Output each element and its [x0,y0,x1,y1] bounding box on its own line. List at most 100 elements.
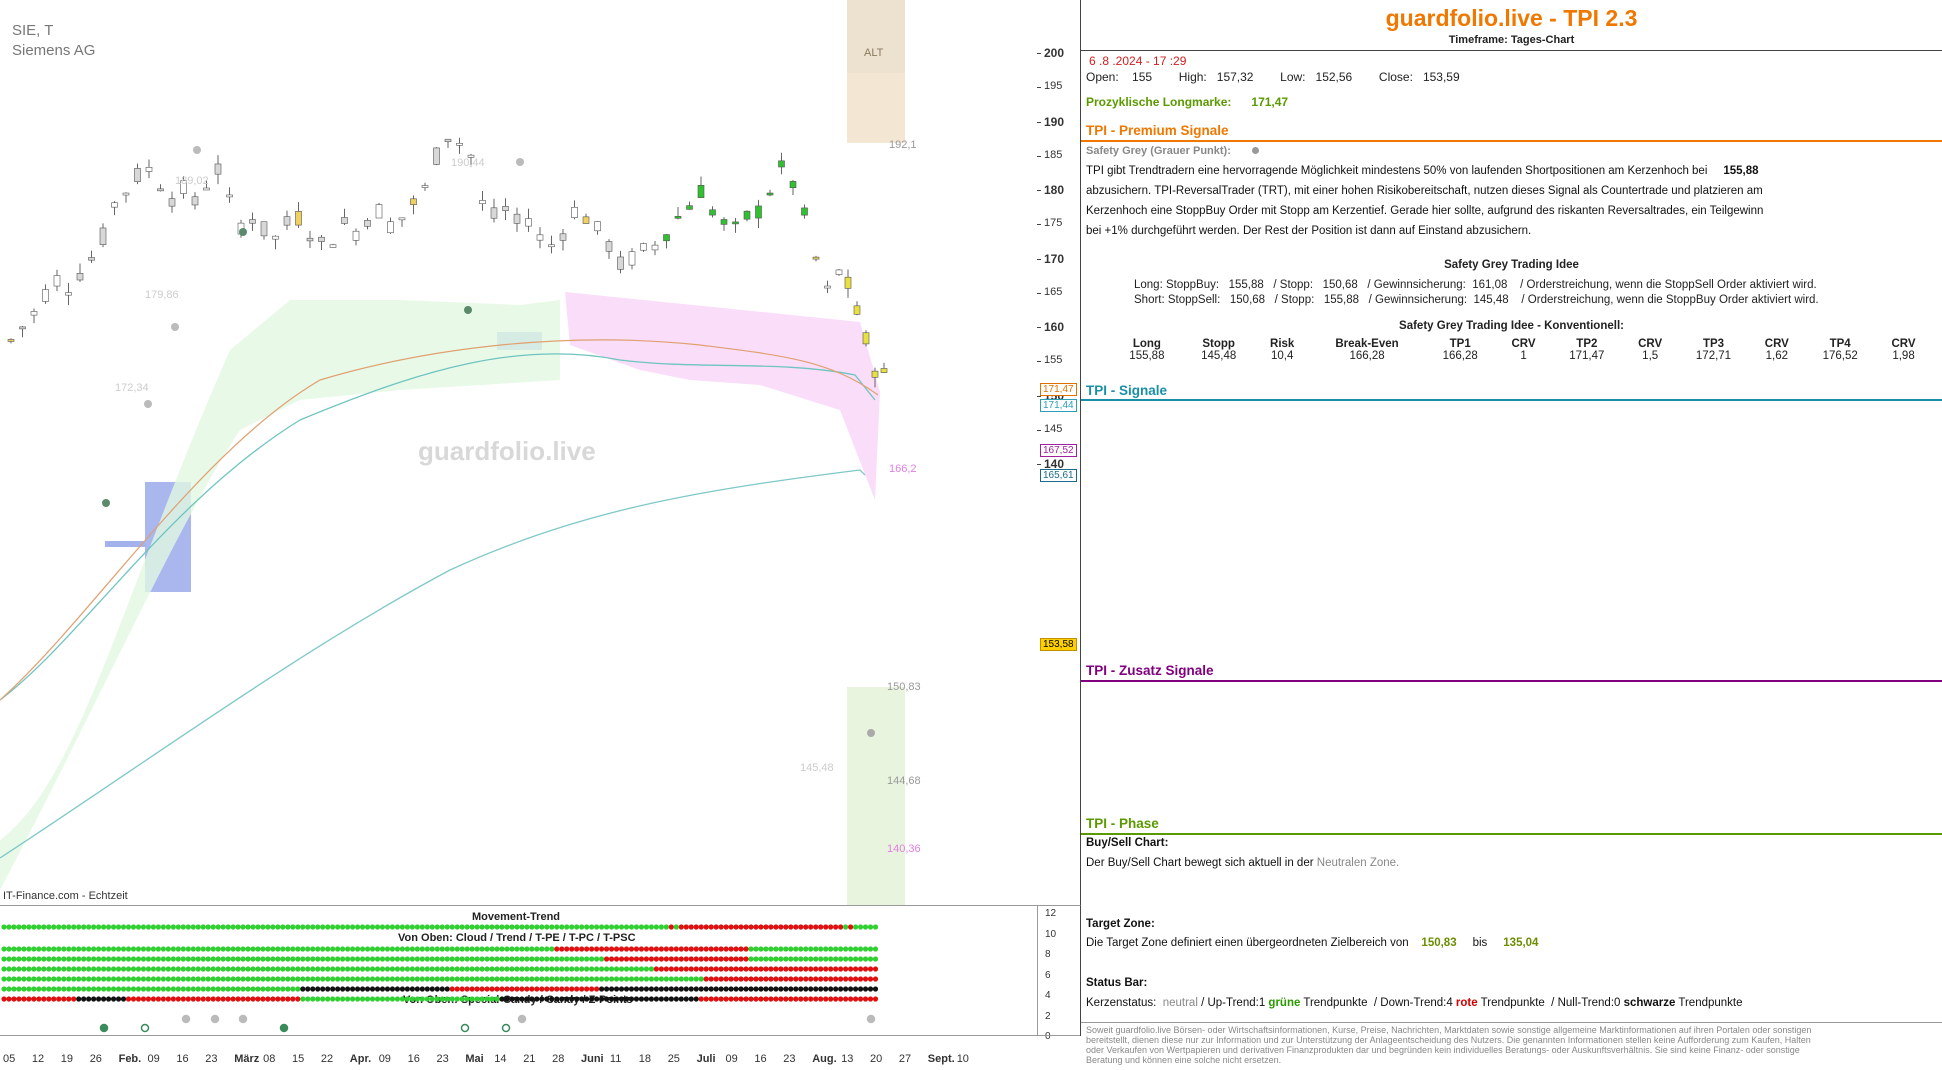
trend-dot [534,996,540,1002]
trend-dot [549,966,555,972]
trend-dot [599,946,605,952]
trend-dot [185,946,191,952]
trend-dot [26,946,32,952]
trend-dot [783,976,789,982]
trend-dot [320,986,326,992]
trend-dot [369,986,376,992]
timeframe-label: Timeframe: Tages-Chart [1448,34,1575,46]
trend-dot [81,956,87,962]
trend-dot [818,956,824,962]
trend-dot [763,946,769,952]
trend-dot [589,924,595,930]
trend-dot [529,966,535,972]
trend-dot [240,966,246,972]
trend-dot [773,996,779,1002]
trend-dot [190,996,196,1002]
trend-dot [594,996,600,1002]
trend-dot [628,976,635,982]
trend-dot [225,986,231,992]
price-tick-mark [1037,53,1041,54]
trend-dot [379,924,386,930]
konv-value-1: 145,48 [1201,350,1237,362]
trend-dot [484,924,490,930]
trend-dot [509,956,515,962]
trend-dot [444,986,450,992]
price-tick-mark [1037,121,1041,123]
konv-value-11: 1,98 [1892,350,1915,362]
price-chart[interactable]: SIE, T Siemens AG guardfolio.live IT-Fin… [0,0,1038,905]
trend-dot [544,976,550,982]
trend-dot [235,946,241,952]
signal-dot [193,146,201,154]
trend-dot [688,996,694,1002]
trend-dot [140,946,147,952]
trend-dot [175,986,181,992]
trend-dot [469,924,475,930]
trend-dot [130,966,137,972]
trend-dot [608,924,615,930]
trend-dot [638,946,645,952]
trend-dot [110,966,117,972]
trend-dot [753,956,759,962]
trend-dot [867,924,874,930]
trend-dot [185,976,191,982]
date-axis: 05 12 19 26 Feb. 09 16 23 März 08 15 22 Apr. 09 16 23 Ma… [0,1035,1080,1070]
trend-dot [335,924,341,930]
trend-dot [708,996,714,1002]
trend-dot [285,924,291,930]
trend-dot [364,986,371,992]
trend-dot [584,986,590,992]
trend-dot [135,946,142,952]
trend-dot [110,924,117,930]
trend-dot [613,924,620,930]
trend-dot [101,996,107,1002]
trend-dot [613,966,620,972]
annotation-145: 145,48 [800,762,834,774]
price-tick-200: 200 [1044,46,1065,60]
trend-dot [240,924,246,930]
trend-dot [514,966,520,972]
trend-dot [424,946,430,952]
trend-dot [350,946,356,952]
trend-dot [603,956,610,962]
trend-dot [564,996,570,1002]
date-tick: 20 [870,1053,883,1065]
trend-dot [524,956,530,962]
price-tick-160: 160 [1044,320,1065,334]
trend-dot [409,996,415,1002]
trend-dot [235,924,241,930]
trend-dot [115,946,122,952]
trend-dot [86,956,92,962]
trend-dot [574,996,580,1002]
trend-dot [180,946,186,952]
trend-dot [61,976,67,982]
konv-header-0: Long [1132,338,1161,350]
trend-dot [499,966,505,972]
trend-dot [86,924,92,930]
trend-dot [434,966,440,972]
trading-idea-title: Safety Grey Trading Idee [1444,259,1579,271]
trend-dot [663,956,669,962]
target-from: 150,83 [1421,937,1457,949]
trend-dot [633,996,640,1002]
trend-dot [205,976,211,982]
trend-dot [758,956,764,962]
trend-dot [549,956,555,962]
trend-dot [36,924,42,930]
candle-body [134,168,141,182]
trend-dot [439,946,445,952]
trend-dot [569,956,575,962]
trend-dot [285,966,291,972]
trend-dot [86,946,92,952]
trend-dot [180,996,186,1002]
trend-dot [170,924,176,930]
trend-dot [673,986,679,992]
trend-dot [648,966,655,972]
trend-dot [628,946,635,952]
short-idea-line: Short: StoppSell: 150,68 / Stopp: 155,88… [1134,294,1819,306]
trend-dot [56,976,62,982]
trend-dot [125,924,132,930]
konv-value-0: 155,88 [1129,350,1165,362]
trend-dot [310,996,316,1002]
trend-dot [255,924,261,930]
